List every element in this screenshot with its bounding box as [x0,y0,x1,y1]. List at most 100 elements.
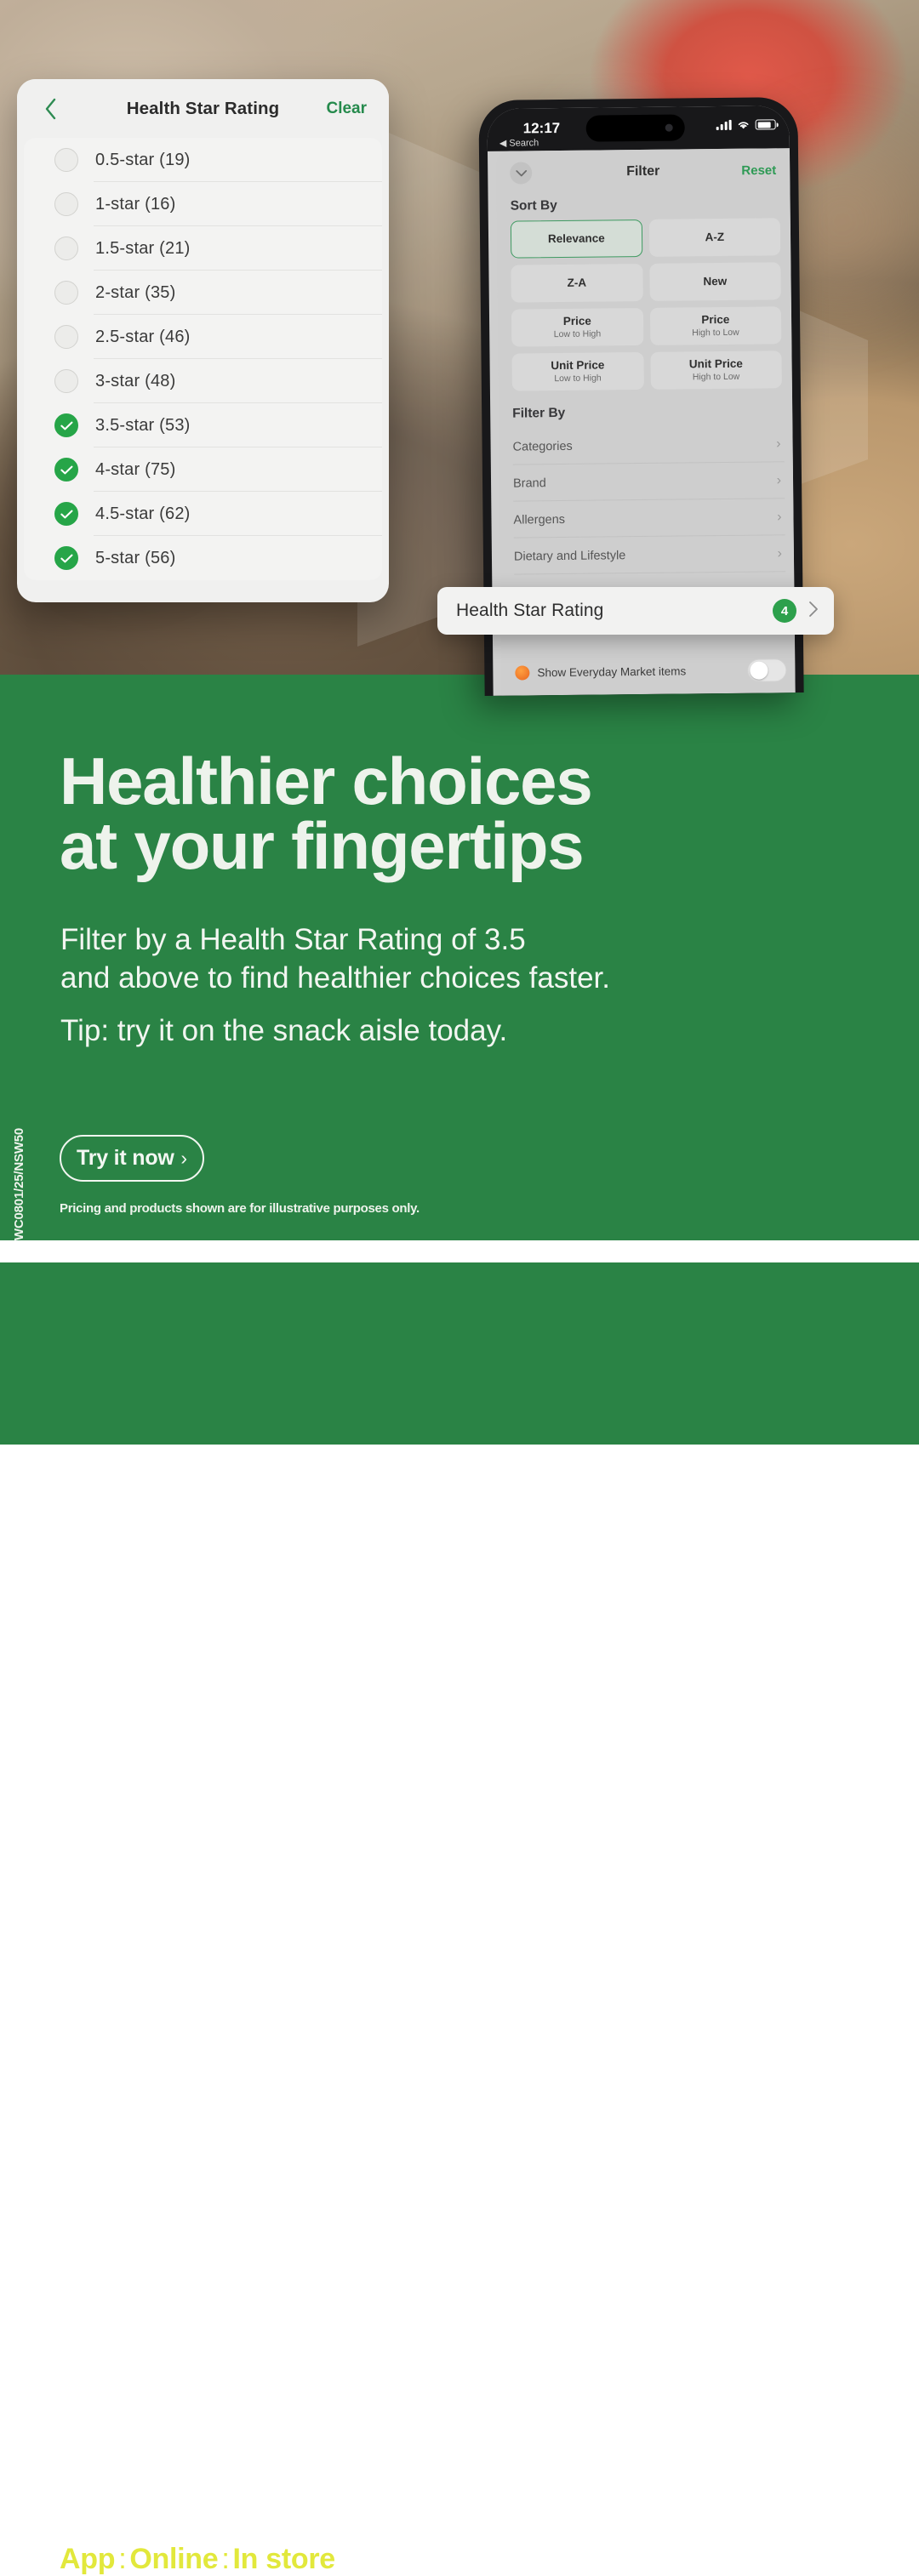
hsr-option-label: 3-star (48) [95,371,176,390]
everyday-market-icon [515,664,530,681]
hsr-option-label: 4-star (75) [95,459,176,479]
checkbox-unchecked-icon[interactable] [54,148,78,172]
hsr-option-label: 2.5-star (46) [95,327,191,346]
channel-app: App [60,2543,116,2575]
body-line-3: Tip: try it on the snack aisle today. [60,1013,508,1047]
sort-option-subtitle: High to Low [692,327,739,338]
hsr-option-4-star[interactable]: 4-star (75) [24,447,382,492]
sort-option-title: Price [701,313,730,327]
chevron-right-icon: › [180,1147,187,1169]
hsr-option-1-5-star[interactable]: 1.5-star (21) [24,226,382,271]
sort-option-price-low-high[interactable]: Price Low to High [511,307,643,347]
sort-option-title: Price [562,315,591,328]
hsr-option-2-star[interactable]: 2-star (35) [24,271,382,315]
filter-row-dietary-and-lifestyle[interactable]: Dietary and Lifestyle › [514,535,794,574]
checkbox-unchecked-icon[interactable] [54,237,78,260]
show-everyday-market-label: Show Everyday Market items [537,664,687,679]
try-it-now-button[interactable]: Try it now › [60,1135,204,1182]
filter-row-categories[interactable]: Categories › [512,425,792,464]
hsr-option-label: 2-star (35) [95,282,176,302]
sort-option-title: Unit Price [688,357,743,371]
wifi-icon [738,122,749,129]
sort-option-title: A-Z [705,230,725,244]
hsr-option-label: 4.5-star (62) [95,504,191,523]
hsr-options-list: 0.5-star (19) 1-star (16) 1.5-star (21) … [24,138,382,580]
checkbox-checked-icon[interactable] [54,502,78,526]
sort-by-label: Sort By [510,198,557,214]
filter-sheet-header: Filter Reset [496,148,791,196]
checkbox-unchecked-icon[interactable] [54,281,78,305]
hsr-option-label: 3.5-star (53) [95,415,191,435]
filter-by-label: Filter By [512,405,566,421]
filter-row-label: Dietary and Lifestyle [513,548,626,564]
hsr-option-3-5-star[interactable]: 3.5-star (53) [24,403,382,447]
checkbox-checked-icon[interactable] [54,546,78,570]
checkbox-unchecked-icon[interactable] [54,369,78,393]
health-star-rating-callout-row[interactable]: Health Star Rating 4 [437,587,834,635]
sort-option-unit-price-high-low[interactable]: Unit Price High to Low [649,350,782,390]
hsr-option-label: 1.5-star (21) [95,238,191,258]
checkbox-checked-icon[interactable] [54,413,78,437]
sort-option-unit-price-low-high[interactable]: Unit Price Low to High [511,351,644,391]
status-back-app-link[interactable]: ◀ Search [499,137,539,148]
hsr-option-2-5-star[interactable]: 2.5-star (46) [24,315,382,359]
hsr-option-0-5-star[interactable]: 0.5-star (19) [24,138,382,182]
disclaimer-text: Pricing and products shown are for illus… [60,1201,420,1216]
hsr-option-label: 5-star (56) [95,548,176,567]
checkbox-unchecked-icon[interactable] [54,192,78,216]
sort-option-title: New [703,274,728,288]
body-line-1: Filter by a Health Star Rating of 3.5 [60,923,526,956]
chevron-right-icon [808,601,819,622]
reset-button[interactable]: Reset [741,163,776,178]
hsr-panel-header: Health Star Rating Clear [17,79,389,138]
hsr-option-3-star[interactable]: 3-star (48) [24,359,382,403]
promo-panel: Healthier choices at your fingertips Fil… [0,675,919,1240]
chevron-right-icon: › [776,436,781,451]
headline-line-1: Healthier choices [60,744,593,818]
filter-row-allergens[interactable]: Allergens › [513,499,793,538]
hsr-option-4-5-star[interactable]: 4.5-star (62) [24,492,382,536]
footer-divider [0,1240,919,1262]
filter-sheet-title: Filter [626,163,660,180]
promo-headline: Healthier choices at your fingertips [60,748,791,883]
status-time: 12:17 [522,119,561,137]
headline-line-2: at your fingertips [60,807,585,883]
sort-option-new[interactable]: New [648,262,781,301]
campaign-code: WC0801/25/NSW50 [12,1128,26,1241]
chevron-left-icon[interactable] [41,98,61,119]
status-bar: 12:17 ◀ Search [487,105,790,151]
show-everyday-market-toggle[interactable] [747,658,787,682]
sort-option-title: Unit Price [551,358,605,373]
hsr-option-5-star[interactable]: 5-star (56) [24,536,382,580]
sort-option-z-a[interactable]: Z-A [511,263,643,303]
sort-option-title: Relevance [547,231,605,246]
filter-row-brand[interactable]: Brand › [513,462,793,501]
channel-separator: : [118,2543,127,2575]
cta-label: Try it now [77,1146,174,1170]
filter-rows-list: Categories › Brand › Allergens › Dietary… [499,425,794,575]
sort-option-subtitle: Low to High [554,373,602,384]
battery-icon [755,119,776,130]
filter-row-label: Allergens [513,512,566,527]
filter-row-label: Brand [512,476,546,491]
chevron-right-icon: › [777,509,782,524]
clear-button[interactable]: Clear [326,100,367,118]
checkbox-unchecked-icon[interactable] [54,325,78,349]
sort-option-a-z[interactable]: A-Z [648,218,781,257]
footer-panel: App: Online: In store [0,1262,919,2575]
sort-option-subtitle: High to Low [692,371,740,382]
chevron-down-icon[interactable] [510,162,533,185]
hsr-option-1-star[interactable]: 1-star (16) [24,182,382,226]
health-star-rating-panel: Health Star Rating Clear 0.5-star (19) 1… [17,79,389,602]
sort-option-price-high-low[interactable]: Price High to Low [649,306,782,345]
channels-list: App: Online: In store [60,2543,335,2576]
sort-option-title: Z-A [567,276,587,289]
channel-in-store: In store [232,2543,336,2575]
promo-body: Filter by a Health Star Rating of 3.5 an… [60,921,741,1050]
cellular-bars-icon [716,119,732,131]
checkbox-checked-icon[interactable] [54,458,78,482]
status-indicators [716,119,776,131]
channel-separator: : [221,2543,230,2575]
sort-option-relevance[interactable]: Relevance [510,219,642,259]
show-everyday-market-row[interactable]: Show Everyday Market items [515,652,787,690]
